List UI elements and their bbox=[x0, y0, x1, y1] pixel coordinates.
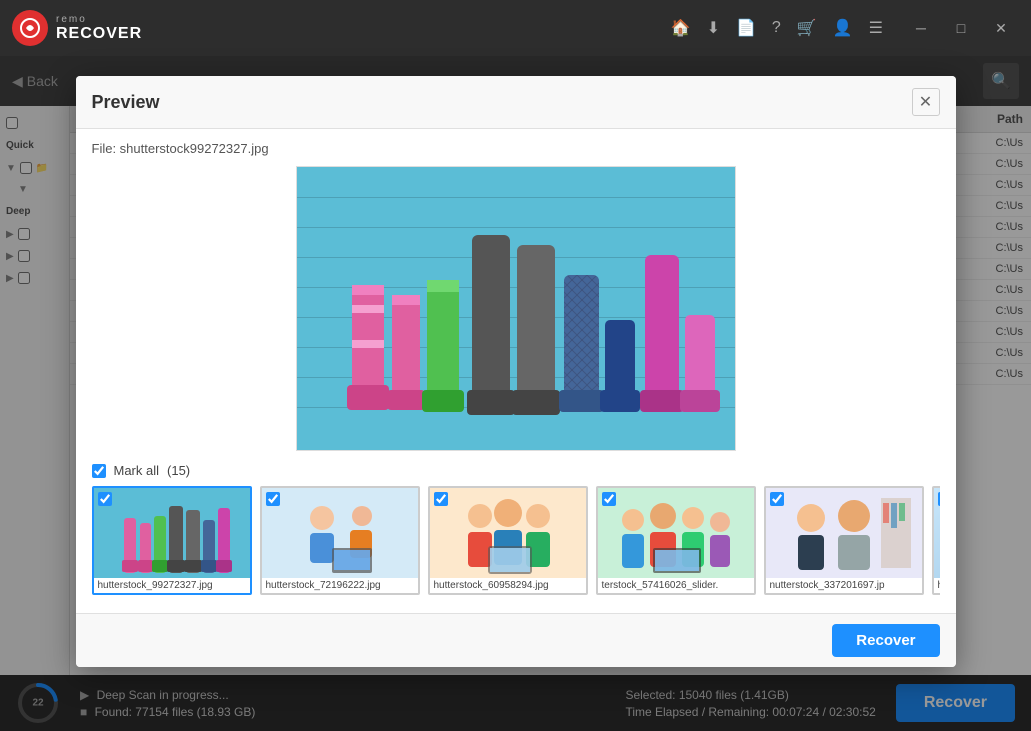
menu-icon[interactable]: ☰ bbox=[869, 18, 883, 38]
thumb-check-5[interactable] bbox=[770, 492, 784, 506]
boots-image bbox=[296, 166, 736, 451]
thumb-svg-3 bbox=[430, 488, 586, 578]
thumb-check-3[interactable] bbox=[434, 492, 448, 506]
thumb-check-4[interactable] bbox=[602, 492, 616, 506]
thumbnail-strip: hutterstock_99272327.jpg bbox=[92, 486, 940, 601]
thumb-image-2 bbox=[262, 488, 418, 578]
thumbnail-item-4[interactable]: terstock_57416026_slider. bbox=[596, 486, 756, 595]
modal-title: Preview bbox=[92, 92, 160, 113]
logo-recover: RECOVER bbox=[56, 25, 142, 43]
mark-all-checkbox[interactable] bbox=[92, 464, 106, 478]
maximize-button[interactable]: □ bbox=[943, 10, 979, 46]
logo-remo: remo bbox=[56, 14, 142, 25]
thumb-svg-5 bbox=[766, 488, 922, 578]
close-button[interactable]: ✕ bbox=[983, 10, 1019, 46]
thumbnail-item-2[interactable]: hutterstock_72196222.jpg bbox=[260, 486, 420, 595]
mark-all-count: (15) bbox=[167, 463, 190, 478]
titlebar-icons: 🏠 ⬇ 📄 ? 🛒 👤 ☰ bbox=[671, 18, 883, 38]
thumb-label-6: hut... bbox=[934, 578, 940, 593]
modal-body: File: shutterstock99272327.jpg bbox=[76, 129, 956, 613]
user-icon[interactable]: 👤 bbox=[833, 18, 853, 38]
thumb-label-3: hutterstock_60958294.jpg bbox=[430, 578, 586, 593]
recover-button[interactable]: Recover bbox=[832, 624, 939, 657]
thumb-label-2: hutterstock_72196222.jpg bbox=[262, 578, 418, 593]
boots-svg bbox=[297, 166, 736, 450]
title-bar: remo RECOVER 🏠 ⬇ 📄 ? 🛒 👤 ☰ ─ □ ✕ bbox=[0, 0, 1031, 56]
file-label: File: shutterstock99272327.jpg bbox=[92, 141, 940, 156]
logo-area: remo RECOVER bbox=[12, 10, 142, 46]
thumbnail-item-3[interactable]: hutterstock_60958294.jpg bbox=[428, 486, 588, 595]
help-icon[interactable]: ? bbox=[772, 19, 781, 37]
thumb-image-4 bbox=[598, 488, 754, 578]
thumb-image-1 bbox=[94, 488, 250, 578]
thumb-label-1: hutterstock_99272327.jpg bbox=[94, 578, 250, 593]
thumb-label-5: nutterstock_337201697.jp bbox=[766, 578, 922, 593]
thumb-check-2[interactable] bbox=[266, 492, 280, 506]
cart-icon[interactable]: 🛒 bbox=[797, 18, 817, 38]
thumbnail-item-1[interactable]: hutterstock_99272327.jpg bbox=[92, 486, 252, 595]
modal-close-button[interactable]: ✕ bbox=[912, 88, 940, 116]
mark-all-label: Mark all bbox=[114, 463, 160, 478]
app-area: ◀ Back 🔍 Quick ▼ 📁 ▼ Deep ▶ bbox=[0, 56, 1031, 731]
logo-text: remo RECOVER bbox=[56, 14, 142, 43]
thumb-svg-1 bbox=[94, 488, 250, 578]
thumb-check-1[interactable] bbox=[98, 492, 112, 506]
thumb-image-5 bbox=[766, 488, 922, 578]
thumb-label-4: terstock_57416026_slider. bbox=[598, 578, 754, 593]
document-icon[interactable]: 📄 bbox=[736, 18, 756, 38]
preview-modal: Preview ✕ File: shutterstock99272327.jpg bbox=[76, 76, 956, 667]
thumbnail-item-5[interactable]: nutterstock_337201697.jp bbox=[764, 486, 924, 595]
thumbnail-item-6[interactable]: hut... bbox=[932, 486, 940, 595]
thumb-image-3 bbox=[430, 488, 586, 578]
window-controls: ─ □ ✕ bbox=[903, 10, 1019, 46]
thumb-check-6[interactable] bbox=[938, 492, 940, 506]
thumb-svg-2 bbox=[262, 488, 418, 578]
modal-overlay: Preview ✕ File: shutterstock99272327.jpg bbox=[0, 56, 1031, 731]
mark-all-row: Mark all (15) bbox=[92, 463, 940, 478]
minimize-button[interactable]: ─ bbox=[903, 10, 939, 46]
thumb-svg-4 bbox=[598, 488, 754, 578]
modal-header: Preview ✕ bbox=[76, 76, 956, 129]
preview-image-area bbox=[92, 166, 940, 451]
modal-footer: Recover bbox=[76, 613, 956, 667]
download-icon[interactable]: ⬇ bbox=[707, 18, 720, 38]
home-icon[interactable]: 🏠 bbox=[671, 18, 691, 38]
app-logo-icon bbox=[12, 10, 48, 46]
